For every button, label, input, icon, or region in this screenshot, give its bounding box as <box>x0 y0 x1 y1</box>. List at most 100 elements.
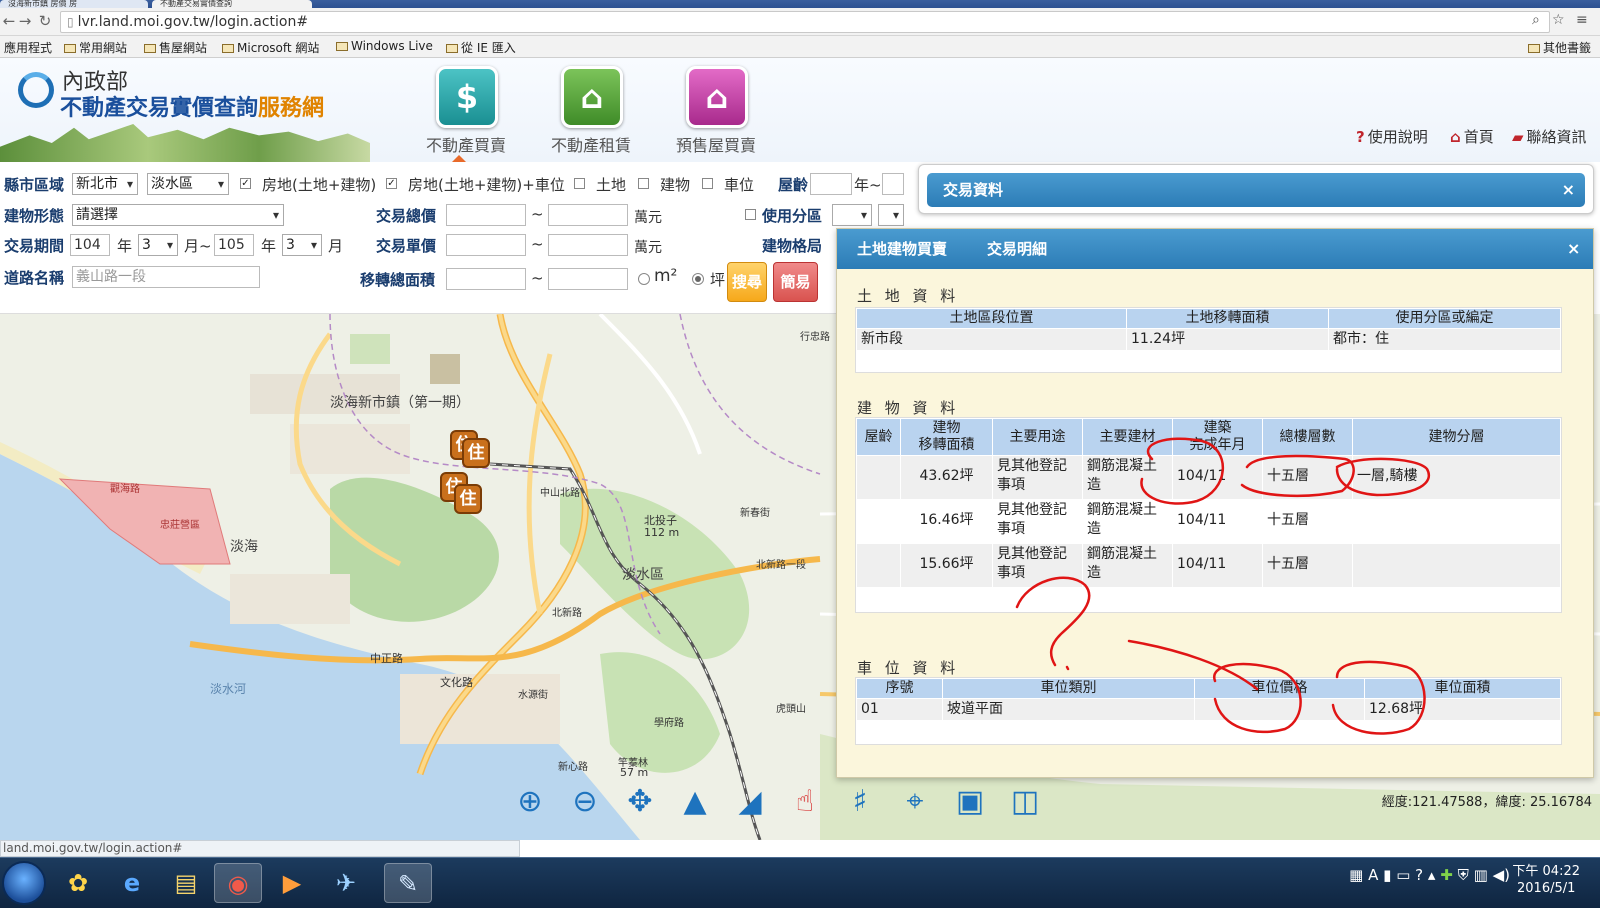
bookmark-folder[interactable]: Windows Live <box>336 39 433 53</box>
bookmark-folder[interactable]: Microsoft 網站 <box>222 39 319 56</box>
rectangle-select-icon[interactable]: ▣ <box>948 780 992 824</box>
bookmark-other[interactable]: 其他書籤 <box>1528 39 1591 56</box>
tab-transaction-detail[interactable]: 交易明細 <box>987 229 1047 269</box>
zoom-icon[interactable]: ⌕ <box>1532 12 1540 28</box>
address-bar[interactable]: ▯ lvr.land.moi.gov.tw/login.action# <box>60 11 1550 33</box>
year-from-input[interactable]: 104 <box>70 234 110 256</box>
measure-area-icon[interactable]: ▲ <box>673 780 717 824</box>
age-from-input[interactable] <box>810 173 852 195</box>
type-select[interactable]: 請選擇 <box>72 204 284 226</box>
area-from-input[interactable] <box>446 268 526 290</box>
clear-select-icon[interactable]: ◫ <box>1003 780 1047 824</box>
measure-distance-icon[interactable]: ◢ <box>728 780 772 824</box>
opt3-checkbox[interactable] <box>574 178 585 189</box>
app-icon[interactable]: ✈ <box>322 863 370 903</box>
select-point-icon[interactable]: ☝ <box>783 780 827 824</box>
opt5-checkbox[interactable] <box>702 178 713 189</box>
ime-mode-icon[interactable]: ▮ <box>1383 866 1391 884</box>
zoom-out-icon[interactable]: ⊖ <box>563 780 607 824</box>
age-label: 屋齡 <box>778 176 809 194</box>
security-icon[interactable]: ✚ <box>1440 866 1453 884</box>
nav-rent[interactable]: 不動產租賃 <box>531 132 651 156</box>
road-input[interactable]: 義山路一段 <box>72 266 260 288</box>
unit-ping-radio[interactable] <box>692 273 704 285</box>
unitprice-from-input[interactable] <box>446 234 526 256</box>
search-button[interactable]: 搜尋 <box>727 262 767 302</box>
home-link[interactable]: ⌂ 首頁 <box>1450 126 1494 147</box>
land-header: 土地區段位置 <box>856 308 1127 329</box>
area-to-input[interactable] <box>548 268 628 290</box>
browser-tab[interactable]: 沒海新市鎮 房價 房 <box>0 0 148 8</box>
grid-icon[interactable]: ♯ <box>838 780 882 824</box>
shield-icon[interactable]: ⛨ <box>1458 866 1469 884</box>
taskbar-clock[interactable]: 下午 04:22 2016/5/1 <box>1512 863 1580 897</box>
paint-icon[interactable]: ✎ <box>384 863 432 903</box>
bookmark-folder[interactable]: 常用網站 <box>64 39 127 56</box>
residential-marker[interactable]: 住 <box>462 438 490 468</box>
unitprice-to-input[interactable] <box>548 234 628 256</box>
year-to-input[interactable]: 105 <box>214 234 254 256</box>
close-icon[interactable]: × <box>1567 229 1580 269</box>
house-dollar-icon[interactable]: $ <box>436 66 498 128</box>
chrome-icon[interactable]: ◉ <box>214 863 262 903</box>
forward-icon[interactable]: → <box>16 12 34 30</box>
pan-icon[interactable]: ✥ <box>618 780 662 824</box>
zoning-checkbox[interactable] <box>745 209 756 220</box>
residential-marker[interactable]: 住 <box>454 484 482 514</box>
site-logo[interactable]: 內政部 不動產交易實價查詢服務網 <box>0 58 380 162</box>
locate-icon[interactable]: ⌖ <box>893 780 937 824</box>
ime-options-icon[interactable]: ▭ <box>1396 866 1410 884</box>
zoom-in-icon[interactable]: ⊕ <box>508 780 552 824</box>
map-label: 新春街 <box>740 508 770 519</box>
volume-icon[interactable]: ◀) <box>1493 866 1510 884</box>
land-table-box: 土地區段位置 土地移轉面積 使用分區或編定 新市段 11.24坪 都市：住 <box>855 307 1562 373</box>
unit-m2-radio[interactable] <box>638 273 650 285</box>
opt1-checkbox[interactable]: ✓ <box>240 178 251 189</box>
keyboard-icon[interactable]: ▦ <box>1349 866 1363 884</box>
bookmark-apps[interactable]: 應用程式 <box>4 39 52 56</box>
browser-tabstrip: 沒海新市鎮 房價 房 不動產交易實價查詢 <box>0 0 1600 8</box>
nav-sale[interactable]: 不動產買賣 <box>406 132 526 156</box>
menu-icon[interactable]: ≡ <box>1576 12 1588 28</box>
age-to-input[interactable] <box>882 173 904 195</box>
home-label: 首頁 <box>1463 128 1494 146</box>
network-icon[interactable]: ▥ <box>1474 866 1488 884</box>
folder-icon <box>222 44 234 53</box>
zoning-sub-select[interactable] <box>878 204 904 226</box>
reload-icon[interactable]: ↻ <box>36 12 54 30</box>
district-select[interactable]: 淡水區 <box>147 173 229 195</box>
simple-search-button[interactable]: 簡易 <box>773 262 818 302</box>
file-explorer-icon[interactable]: ▤ <box>162 863 210 903</box>
tab-land-building-sale[interactable]: 土地建物買賣 <box>857 229 947 269</box>
bookmark-label: Windows Live <box>351 39 433 53</box>
month-from-select[interactable]: 3 <box>138 234 178 256</box>
opt2-checkbox[interactable]: ✓ <box>386 178 397 189</box>
media-player-icon[interactable]: ▶ <box>268 863 316 903</box>
help-link[interactable]: ? 使用說明 <box>1356 126 1428 147</box>
house-rent-icon[interactable]: ⌂ <box>561 66 623 128</box>
unitprice-unit: 萬元 <box>634 240 662 256</box>
windows-media-icon[interactable]: ✿ <box>54 863 102 903</box>
building-cell: 一層,騎樓 <box>1352 455 1561 500</box>
month-to-select[interactable]: 3 <box>282 234 322 256</box>
contact-link[interactable]: ▰ 聯絡資訊 <box>1512 126 1587 147</box>
bookmark-folder[interactable]: 售屋網站 <box>144 39 207 56</box>
close-icon[interactable]: × <box>1562 173 1575 207</box>
total-from-input[interactable] <box>446 204 526 226</box>
nav-presale[interactable]: 預售屋買賣 <box>656 132 776 156</box>
zoning-select[interactable] <box>832 204 872 226</box>
total-to-input[interactable] <box>548 204 628 226</box>
bookmark-star-icon[interactable]: ☆ <box>1552 12 1565 28</box>
map-label: 文化路 <box>440 676 473 689</box>
building-crane-icon[interactable]: ⌂ <box>686 66 748 128</box>
opt4-checkbox[interactable] <box>638 178 649 189</box>
ime-indicator[interactable]: A <box>1368 866 1378 884</box>
internet-explorer-icon[interactable]: e <box>108 863 156 903</box>
start-button[interactable] <box>2 861 46 905</box>
tilde: ~ <box>531 205 544 223</box>
help-icon[interactable]: ? <box>1415 866 1423 884</box>
county-select[interactable]: 新北市 <box>72 173 138 195</box>
browser-tab-active[interactable]: 不動產交易實價查詢 <box>152 0 312 8</box>
show-hidden-icons[interactable]: ▴ <box>1428 866 1436 884</box>
bookmark-folder[interactable]: 從 IE 匯入 <box>446 39 516 56</box>
